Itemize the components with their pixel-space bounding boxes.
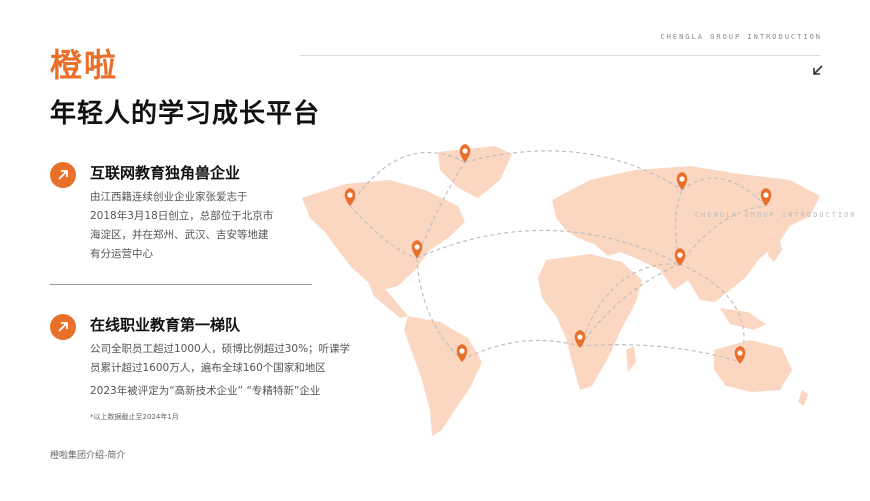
section1-title: 互联网教育独角兽企业: [90, 164, 241, 182]
arrow-up-right-icon: [58, 170, 68, 180]
section1-line: 由江西籍连续创业企业家张爱志于: [90, 191, 248, 203]
page-subtitle: 年轻人的学习成长平台: [50, 99, 321, 129]
south-america: [404, 316, 482, 436]
brand-name: 橙啦: [50, 46, 119, 84]
north-america: [302, 180, 465, 290]
arrow-up-right-icon: [58, 322, 68, 332]
header-rule: [300, 55, 820, 56]
continents: [302, 146, 820, 436]
section1-line: 海淀区，并在郑州、武汉、吉安等地建: [90, 229, 269, 241]
madagascar: [626, 346, 636, 372]
greenland: [438, 146, 512, 198]
header-tag: CHENGLA GROUP INTRODUCTION: [660, 33, 822, 41]
route-line: [461, 339, 581, 361]
world-map: [302, 144, 820, 436]
map-watermark-tag: CHENGLA GROUP INTRODUCTION: [695, 211, 857, 219]
section1-body: 由江西籍连续创业企业家张爱志于 2018年3月18日创立，总部位于北京市 海淀区…: [90, 188, 273, 264]
section-divider: [50, 284, 312, 285]
section1-line: 2018年3月18日创立，总部位于北京市: [90, 210, 274, 222]
africa: [538, 254, 642, 390]
arrow-down-left-icon: [813, 65, 823, 75]
footer-text: 橙啦集团介绍-简介: [50, 451, 126, 461]
data-note: *以上数据截止至2024年1月: [90, 413, 179, 421]
section1-badge: [50, 162, 76, 188]
new-zealand: [798, 390, 808, 406]
section2-title: 在线职业教育第一梯队: [90, 316, 241, 334]
section2-badge: [50, 314, 76, 340]
australia: [714, 340, 792, 392]
section1-line: 有分运营中心: [90, 248, 153, 260]
